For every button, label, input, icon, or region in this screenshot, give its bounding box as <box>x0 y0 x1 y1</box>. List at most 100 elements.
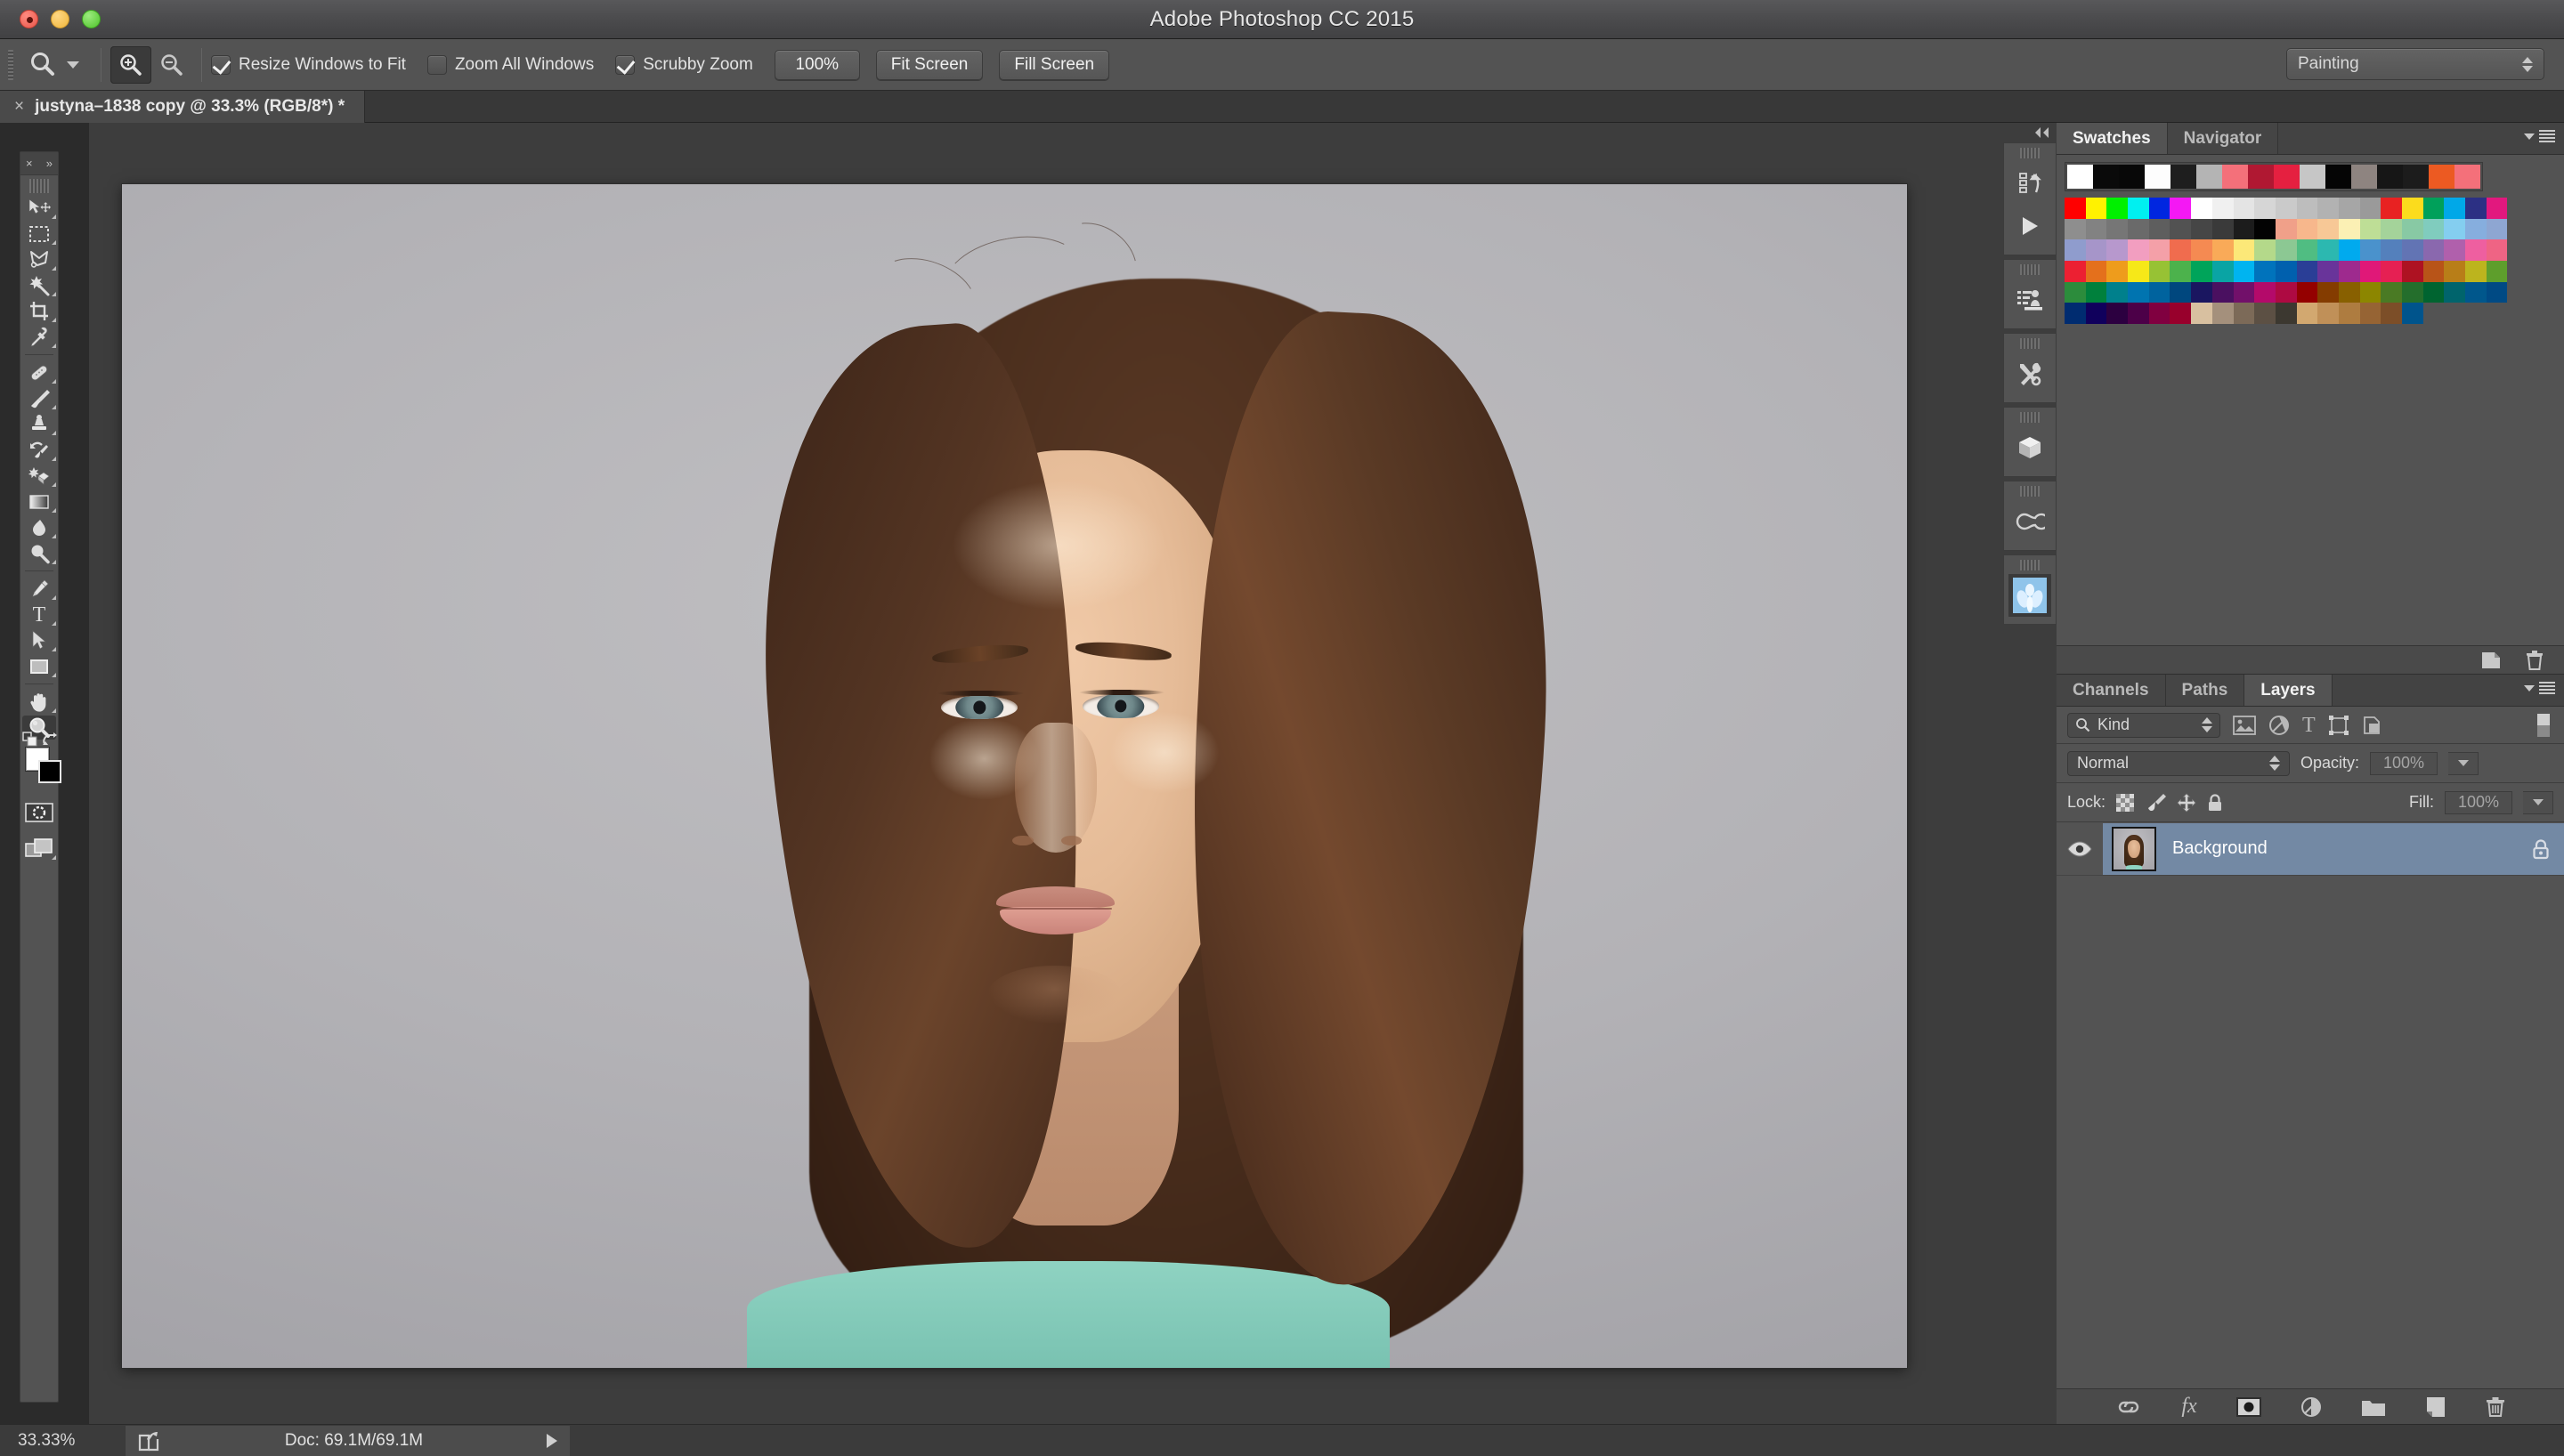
color-swatch[interactable] <box>2275 218 2297 240</box>
color-swatch[interactable] <box>2254 281 2276 303</box>
color-swatch[interactable] <box>2296 198 2318 219</box>
dock-grip[interactable] <box>2020 148 2040 158</box>
color-swatch[interactable] <box>2128 303 2149 325</box>
recent-swatch[interactable] <box>2119 165 2145 189</box>
creative-cloud-panel-button[interactable] <box>2008 500 2051 543</box>
color-swatch[interactable] <box>2106 218 2129 240</box>
color-swatch[interactable] <box>2211 281 2234 303</box>
recent-swatch[interactable] <box>2325 165 2351 189</box>
chevron-down-icon[interactable] <box>67 61 79 69</box>
color-swatch[interactable] <box>2444 218 2466 240</box>
color-swatch[interactable] <box>2422 261 2445 282</box>
tab-channels[interactable]: Channels <box>2057 675 2166 706</box>
delete-swatch-button[interactable] <box>2525 650 2544 671</box>
zoom-100-percent-button[interactable]: 100% <box>774 49 860 80</box>
tools-panel-grip[interactable] <box>29 179 49 193</box>
history-panel-button[interactable] <box>2008 162 2051 205</box>
adjustments-panel-button[interactable] <box>2008 352 2051 395</box>
color-swatch[interactable] <box>2233 261 2255 282</box>
color-swatch[interactable] <box>2317 198 2339 219</box>
eraser-tool[interactable] <box>20 463 58 489</box>
recent-swatch[interactable] <box>2300 165 2325 189</box>
eyedropper-tool[interactable] <box>20 324 58 350</box>
color-swatch[interactable] <box>2486 261 2508 282</box>
checkbox-box[interactable] <box>615 54 636 75</box>
color-swatch[interactable] <box>2338 218 2360 240</box>
color-swatch[interactable] <box>2465 198 2487 219</box>
color-swatch[interactable] <box>2191 239 2212 262</box>
actions-panel-button[interactable] <box>2008 205 2051 247</box>
lasso-tool[interactable] <box>20 247 58 272</box>
link-layers-button[interactable] <box>2115 1399 2142 1415</box>
color-swatch[interactable] <box>2065 303 2086 325</box>
color-swatch[interactable] <box>2444 281 2466 303</box>
collapse-panels-button[interactable] <box>2003 123 2057 142</box>
blur-tool[interactable] <box>20 514 58 540</box>
color-swatch[interactable] <box>2085 218 2107 240</box>
dock-grip[interactable] <box>2020 412 2040 423</box>
color-swatch[interactable] <box>2359 218 2381 240</box>
recent-swatch[interactable] <box>2377 165 2403 189</box>
color-swatch[interactable] <box>2402 281 2423 303</box>
workspace-selector[interactable]: Painting <box>2286 48 2544 80</box>
color-swatch[interactable] <box>2191 281 2212 303</box>
history-brush-tool[interactable] <box>20 437 58 463</box>
color-swatch[interactable] <box>2402 239 2423 262</box>
color-swatch[interactable] <box>2359 261 2381 282</box>
adjustment-layer-button[interactable] <box>2300 1396 2322 1418</box>
layer-style-button[interactable]: fx <box>2181 1395 2196 1419</box>
opacity-dropdown-button[interactable] <box>2448 751 2479 775</box>
color-swatch[interactable] <box>2422 281 2445 303</box>
zoom-all-windows-checkbox[interactable]: Zoom All Windows <box>426 54 594 75</box>
color-swatch[interactable] <box>2486 218 2508 240</box>
fill-dropdown-button[interactable] <box>2523 790 2553 814</box>
magic-wand-tool[interactable] <box>20 272 58 298</box>
color-swatch[interactable] <box>2275 198 2297 219</box>
color-swatch[interactable] <box>2106 303 2129 325</box>
color-swatch[interactable] <box>2191 198 2212 219</box>
gradient-tool[interactable] <box>20 489 58 514</box>
color-swatch[interactable] <box>2170 281 2192 303</box>
dodge-tool[interactable] <box>20 540 58 566</box>
rectangular-marquee-tool[interactable] <box>20 221 58 247</box>
color-swatch[interactable] <box>2317 239 2339 262</box>
tab-paths[interactable]: Paths <box>2165 675 2245 706</box>
smart-object-filter-button[interactable] <box>2362 715 2383 736</box>
recent-swatch[interactable] <box>2145 165 2170 189</box>
color-swatch[interactable] <box>2465 239 2487 262</box>
color-swatch[interactable] <box>2211 198 2234 219</box>
color-swatch[interactable] <box>2106 239 2129 262</box>
color-swatch[interactable] <box>2422 198 2445 219</box>
dock-grip[interactable] <box>2020 486 2040 497</box>
recent-swatch[interactable] <box>2222 165 2248 189</box>
fill-screen-button[interactable]: Fill Screen <box>999 49 1110 80</box>
dock-grip[interactable] <box>2020 338 2040 349</box>
color-swatch[interactable] <box>2148 281 2170 303</box>
color-swatch[interactable] <box>2254 218 2276 240</box>
layer-kind-filter[interactable]: Kind <box>2067 712 2220 738</box>
color-swatch[interactable] <box>2275 239 2297 262</box>
fit-screen-button[interactable]: Fit Screen <box>875 49 984 80</box>
recent-swatch[interactable] <box>2067 165 2093 189</box>
recent-swatch[interactable] <box>2454 165 2480 189</box>
color-swatch[interactable] <box>2296 303 2318 325</box>
color-swatch[interactable] <box>2486 239 2508 262</box>
color-swatch[interactable] <box>2254 198 2276 219</box>
dock-grip[interactable] <box>2020 264 2040 275</box>
document-tab-justyna[interactable]: × justyna–1838 copy @ 33.3% (RGB/8*) * <box>0 91 366 123</box>
recent-swatches-row[interactable] <box>2065 162 2483 191</box>
canvas-area[interactable] <box>89 123 2057 1424</box>
color-swatch[interactable] <box>2128 261 2149 282</box>
color-swatch[interactable] <box>2211 303 2234 325</box>
color-swatch[interactable] <box>2338 303 2360 325</box>
stepper-icon[interactable] <box>2269 756 2280 771</box>
lock-image-pixels-button[interactable] <box>2145 793 2167 813</box>
color-swatch[interactable] <box>2148 303 2170 325</box>
recent-swatch[interactable] <box>2274 165 2300 189</box>
pen-tool[interactable] <box>20 576 58 602</box>
resize-windows-to-fit-checkbox[interactable]: Resize Windows to Fit <box>211 54 406 75</box>
color-swatch[interactable] <box>2317 218 2339 240</box>
color-swatch[interactable] <box>2128 281 2149 303</box>
clone-stamp-tool[interactable] <box>20 411 58 437</box>
recent-swatch[interactable] <box>2170 165 2196 189</box>
